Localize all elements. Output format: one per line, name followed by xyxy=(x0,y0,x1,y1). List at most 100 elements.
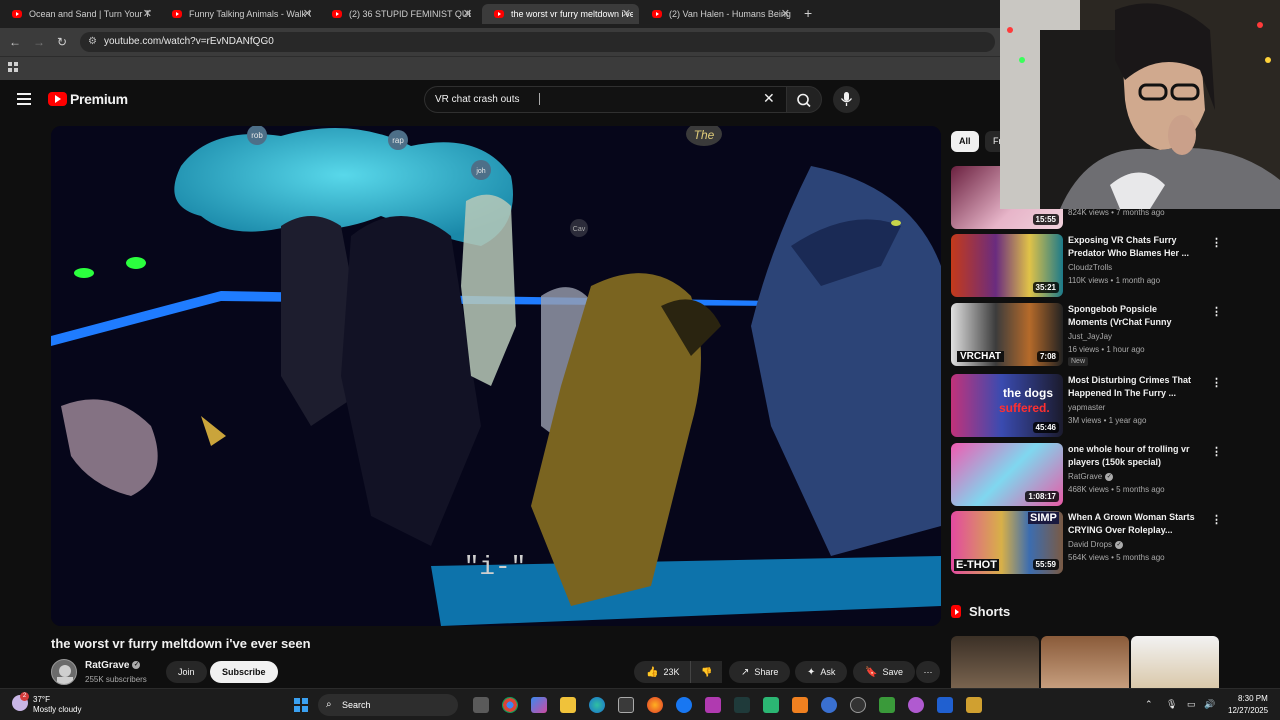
more-vertical-icon[interactable]: ⋮ xyxy=(1211,445,1222,458)
messenger-icon[interactable] xyxy=(676,697,692,713)
video-meta: 110K views • 1 month ago xyxy=(1068,276,1161,285)
chrome-icon[interactable] xyxy=(502,697,518,713)
verified-icon: ✓ xyxy=(1115,540,1124,549)
dislike-button[interactable]: 👎 xyxy=(690,661,722,683)
channel-name-text: RatGrave xyxy=(1068,472,1103,481)
channel-name[interactable]: RatGrave ✓ xyxy=(1068,472,1114,481)
video-player[interactable]: rob rap joh Cav The "i-" xyxy=(51,126,941,626)
channel-name[interactable]: David Drops ✓ xyxy=(1068,540,1124,549)
more-vertical-icon[interactable]: ⋮ xyxy=(1211,376,1222,389)
video-title: Most Disturbing Crimes That Happened In … xyxy=(1068,375,1192,398)
store-icon[interactable] xyxy=(618,697,634,713)
taskbar-search-label: Search xyxy=(342,700,371,710)
recommended-video[interactable]: 35:21 Exposing VR Chats Furry Predator W… xyxy=(951,234,1222,298)
forward-arrow-icon[interactable]: → xyxy=(33,35,45,49)
search-button[interactable] xyxy=(786,86,822,113)
tab-ocean-and-sand[interactable]: Ocean and Sand | Turn Your TV ✕ xyxy=(0,4,160,24)
channel-name[interactable]: RatGrave ✓ xyxy=(85,660,141,671)
thumbnail-text: VRCHAT xyxy=(957,351,1004,362)
app-yellow-icon[interactable] xyxy=(966,697,982,713)
obs-icon[interactable] xyxy=(850,697,866,713)
thumbnail-text: SIMP xyxy=(1028,512,1059,524)
recommended-video[interactable]: SIMP E-THOT 55:59 When A Grown Woman Sta… xyxy=(951,511,1222,575)
apps-grid-icon[interactable] xyxy=(8,62,18,72)
close-tab-icon[interactable]: ✕ xyxy=(143,7,152,20)
url-text: youtube.com/watch?v=rEvNDANfQG0 xyxy=(104,36,274,47)
short-thumbnail[interactable] xyxy=(1131,636,1219,690)
short-thumbnail[interactable] xyxy=(1041,636,1129,690)
recommended-video[interactable]: 1:08:17 one whole hour of trolling vr pl… xyxy=(951,443,1222,507)
more-vertical-icon[interactable]: ⋮ xyxy=(1211,305,1222,318)
menu-icon[interactable] xyxy=(17,93,31,105)
clock-date[interactable]: 12/27/2025 xyxy=(1228,706,1268,715)
youtube-play-icon xyxy=(48,92,67,106)
app-tool-icon[interactable] xyxy=(879,697,895,713)
tab-van-halen[interactable]: (2) Van Halen - Humans Being ( ✕ xyxy=(640,4,798,24)
channel-name[interactable]: yapmaster xyxy=(1068,403,1105,412)
thumbnail-text: suffered. xyxy=(999,401,1050,415)
more-vertical-icon[interactable]: ⋮ xyxy=(1211,513,1222,526)
youtube-premium-logo[interactable]: Premium xyxy=(48,91,128,107)
tab-funny-talking-animals[interactable]: Funny Talking Animals - Walk O ✕ xyxy=(160,4,320,24)
app-green-icon[interactable] xyxy=(763,697,779,713)
volume-icon[interactable]: 🔊 xyxy=(1204,699,1215,710)
channel-name[interactable]: CloudzTrolls xyxy=(1068,263,1112,272)
app-terminal-icon[interactable] xyxy=(734,697,750,713)
recommended-video[interactable]: the dogs suffered. 45:46 Most Disturbing… xyxy=(951,374,1222,438)
app-blue-icon[interactable] xyxy=(821,697,837,713)
close-tab-icon[interactable]: ✕ xyxy=(303,7,312,20)
subscribe-button[interactable]: Subscribe xyxy=(210,661,278,683)
firefox-icon[interactable] xyxy=(647,697,663,713)
join-button[interactable]: Join xyxy=(166,661,207,683)
close-tab-icon[interactable]: ✕ xyxy=(781,7,790,20)
app-orange-icon[interactable] xyxy=(792,697,808,713)
task-view-icon[interactable] xyxy=(473,697,489,713)
save-label: Save xyxy=(882,667,903,677)
short-thumbnail[interactable] xyxy=(951,636,1039,690)
voice-search-button[interactable] xyxy=(833,86,860,113)
video-thumbnail[interactable]: the dogs suffered. 45:46 xyxy=(951,374,1063,437)
app-purple-icon[interactable] xyxy=(705,697,721,713)
duration-badge: 55:59 xyxy=(1032,559,1059,570)
tab-worst-vr-furry-meltdown[interactable]: the worst vr furry meltdown i've ✕ xyxy=(482,4,639,24)
url-field[interactable]: ⚙ youtube.com/watch?v=rEvNDANfQG0 xyxy=(80,32,995,52)
reload-icon[interactable]: ↻ xyxy=(57,35,67,49)
save-button[interactable]: 🔖 Save xyxy=(853,661,915,683)
tab-feminist-questions[interactable]: (2) 36 STUPID FEMINIST QUEST ✕ xyxy=(320,4,480,24)
network-icon[interactable]: ▭ xyxy=(1187,699,1196,710)
clock-time[interactable]: 8:30 PM xyxy=(1238,694,1268,703)
webcam-feed xyxy=(1000,0,1280,209)
app-violet-icon[interactable] xyxy=(908,697,924,713)
more-vertical-icon[interactable]: ⋮ xyxy=(1211,236,1222,249)
file-explorer-icon[interactable] xyxy=(560,697,576,713)
video-thumbnail[interactable]: VRCHAT 7:08 xyxy=(951,303,1063,366)
chevron-up-icon[interactable]: ⌃ xyxy=(1145,699,1153,710)
more-actions-button[interactable]: ⋯ xyxy=(916,661,940,683)
chip-all[interactable]: All xyxy=(951,131,979,152)
edge-icon[interactable] xyxy=(589,697,605,713)
ask-button[interactable]: ✦ Ask xyxy=(795,661,848,683)
back-arrow-icon[interactable]: ← xyxy=(9,35,21,49)
search-icon: ⌕ xyxy=(326,699,332,710)
taskbar-search[interactable]: ⌕ Search xyxy=(318,694,458,716)
microphone-icon[interactable]: 🎙 xyxy=(1166,699,1177,710)
close-tab-icon[interactable]: ✕ xyxy=(622,7,631,20)
site-info-icon[interactable]: ⚙ xyxy=(88,32,97,52)
video-thumbnail[interactable]: 35:21 xyxy=(951,234,1063,297)
channel-name[interactable]: Just_JayJay xyxy=(1068,332,1112,341)
copilot-icon[interactable] xyxy=(531,697,547,713)
video-thumbnail[interactable]: 1:08:17 xyxy=(951,443,1063,506)
shorts-heading-text: Shorts xyxy=(969,604,1011,619)
channel-avatar[interactable] xyxy=(51,659,77,685)
nametag-cav: Cav xyxy=(573,226,586,233)
close-tab-icon[interactable]: ✕ xyxy=(463,7,472,20)
clear-search-icon[interactable]: ✕ xyxy=(763,90,775,107)
video-thumbnail[interactable]: SIMP E-THOT 55:59 xyxy=(951,511,1063,574)
app-editor-icon[interactable] xyxy=(937,697,953,713)
new-tab-icon[interactable]: + xyxy=(804,5,812,21)
share-button[interactable]: ↗ Share xyxy=(729,661,791,683)
video-meta: 564K views • 5 months ago xyxy=(1068,553,1165,562)
windows-start-icon[interactable] xyxy=(294,698,308,712)
recommended-video[interactable]: VRCHAT 7:08 Spongebob Popsicle Moments (… xyxy=(951,303,1222,367)
search-input[interactable]: VR chat crash outs xyxy=(424,86,786,113)
